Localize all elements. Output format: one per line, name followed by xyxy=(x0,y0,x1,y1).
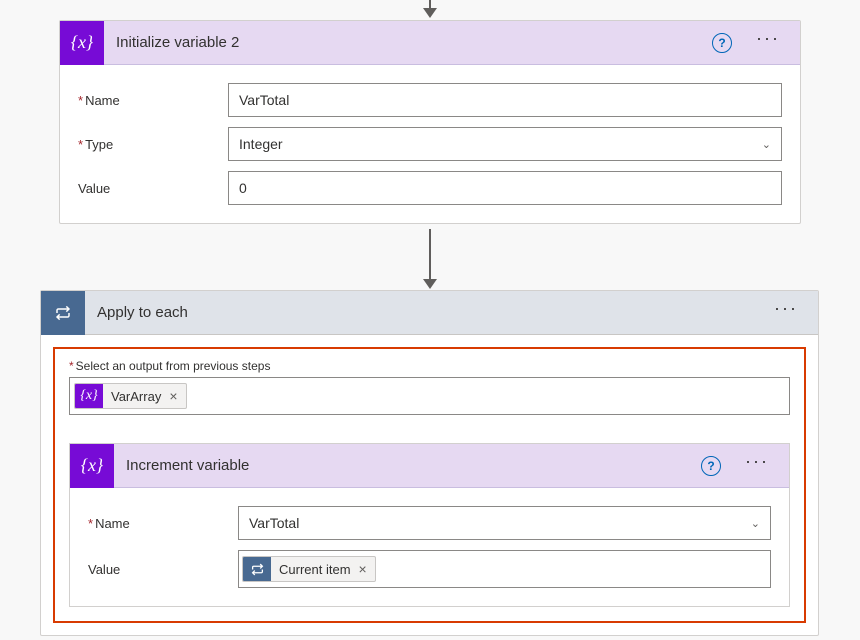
connector-arrow xyxy=(423,229,437,289)
name-select[interactable]: VarTotal ⌄ xyxy=(238,506,771,540)
more-menu-icon[interactable]: ··· xyxy=(745,451,769,480)
select-output-label: *Select an output from previous steps xyxy=(69,359,790,373)
select-output-input[interactable]: {x} VarArray × xyxy=(69,377,790,415)
value-input[interactable]: Current item × xyxy=(238,550,771,588)
token-remove-icon[interactable]: × xyxy=(165,388,185,404)
token-vararray[interactable]: {x} VarArray × xyxy=(74,383,187,409)
card-title: Initialize variable 2 xyxy=(104,34,712,51)
highlighted-region: *Select an output from previous steps {x… xyxy=(53,347,806,623)
token-remove-icon[interactable]: × xyxy=(355,561,375,577)
initialize-variable-2-card: {x} Initialize variable 2 ? ··· *Name *T… xyxy=(59,20,801,224)
token-label: VarArray xyxy=(103,389,165,404)
value-label: Value xyxy=(78,181,228,196)
apply-to-each-card: Apply to each ··· *Select an output from… xyxy=(40,290,819,636)
token-label: Current item xyxy=(271,562,355,577)
increment-variable-card: {x} Increment variable ? ··· *Name VarTo… xyxy=(69,443,790,607)
name-label: *Name xyxy=(88,516,238,531)
fx-icon: {x} xyxy=(75,383,103,409)
more-menu-icon[interactable]: ··· xyxy=(774,298,798,327)
chevron-down-icon: ⌄ xyxy=(751,517,760,530)
more-menu-icon[interactable]: ··· xyxy=(756,28,780,57)
card-header[interactable]: {x} Increment variable ? ··· xyxy=(70,444,789,488)
type-label: *Type xyxy=(78,137,228,152)
type-select-value: Integer xyxy=(239,136,283,152)
chevron-down-icon: ⌄ xyxy=(762,138,771,151)
value-label: Value xyxy=(88,562,238,577)
fx-icon: {x} xyxy=(60,21,104,65)
type-select[interactable]: Integer ⌄ xyxy=(228,127,782,161)
arrow-incoming-stub xyxy=(423,0,437,20)
value-input[interactable] xyxy=(228,171,782,205)
name-select-value: VarTotal xyxy=(249,515,299,531)
card-header[interactable]: Apply to each ··· xyxy=(41,291,818,335)
loop-icon xyxy=(41,291,85,335)
name-input[interactable] xyxy=(228,83,782,117)
card-header[interactable]: {x} Initialize variable 2 ? ··· xyxy=(60,21,800,65)
name-label: *Name xyxy=(78,93,228,108)
fx-icon: {x} xyxy=(70,444,114,488)
help-icon[interactable]: ? xyxy=(701,456,721,476)
card-title: Increment variable xyxy=(114,457,701,474)
loop-icon xyxy=(243,556,271,582)
help-icon[interactable]: ? xyxy=(712,33,732,53)
card-title: Apply to each xyxy=(85,304,774,321)
token-current-item[interactable]: Current item × xyxy=(242,556,376,582)
